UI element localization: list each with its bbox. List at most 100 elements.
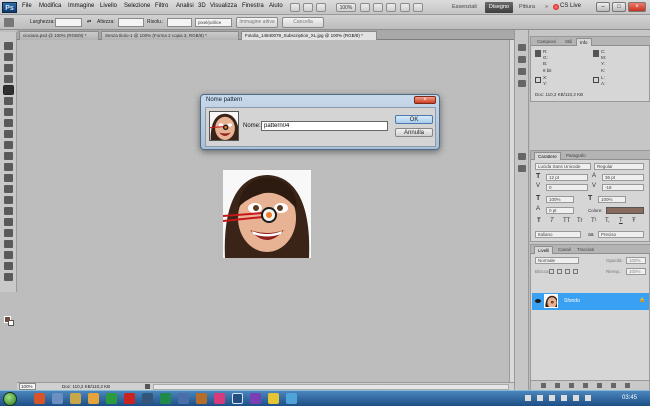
- healing-brush-tool-icon[interactable]: [4, 108, 13, 116]
- menu-modifica[interactable]: Modifica: [39, 3, 61, 9]
- taskbar-folder2-icon[interactable]: [268, 393, 279, 404]
- status-arrow-icon[interactable]: [145, 384, 150, 389]
- strikethrough-button[interactable]: Ŧ: [632, 218, 636, 224]
- workspace-disegno[interactable]: Disegno: [485, 2, 513, 13]
- bridge-button[interactable]: [290, 3, 300, 12]
- leading-field[interactable]: 36 pt: [602, 174, 644, 181]
- gradient-tool-icon[interactable]: [4, 163, 13, 171]
- anti-alias-select[interactable]: Preciso: [598, 231, 644, 238]
- link-layers-icon[interactable]: [541, 383, 546, 388]
- zoom-tool-icon[interactable]: [4, 273, 13, 281]
- taskbar-folder-icon[interactable]: [70, 393, 81, 404]
- move-tool-icon[interactable]: [4, 42, 13, 50]
- paragraph-panel-icon[interactable]: [518, 165, 526, 172]
- document-image[interactable]: [223, 170, 311, 258]
- text-color-swatch[interactable]: [606, 207, 644, 214]
- underline-button[interactable]: T: [619, 218, 623, 224]
- taskbar-indesign-icon[interactable]: [214, 393, 225, 404]
- font-style-select[interactable]: Regular: [594, 163, 644, 170]
- actions-panel-icon[interactable]: [518, 56, 526, 63]
- maximize-button[interactable]: □: [612, 2, 626, 12]
- lasso-tool-icon[interactable]: [4, 64, 13, 72]
- tab-tracciati[interactable]: Tracciati: [574, 246, 597, 254]
- menu-aiuto[interactable]: Aiuto: [269, 3, 283, 9]
- front-image-button[interactable]: Immagine attiva: [236, 17, 278, 28]
- language-select[interactable]: Italiano: [535, 231, 581, 238]
- lock-all-icon[interactable]: [573, 269, 578, 274]
- 3d-rotate-tool-icon[interactable]: [4, 240, 13, 248]
- all-caps-button[interactable]: TT: [563, 218, 570, 224]
- taskbar-premiere-icon[interactable]: [250, 393, 261, 404]
- start-button[interactable]: [3, 392, 17, 406]
- menu-analisi[interactable]: Analisi: [176, 3, 194, 9]
- lock-pixels-icon[interactable]: [557, 269, 562, 274]
- opacity-field[interactable]: 100%: [626, 257, 646, 264]
- visibility-eye-icon[interactable]: [535, 299, 541, 303]
- taskbar-word-icon[interactable]: [142, 393, 153, 404]
- width-field[interactable]: [55, 18, 82, 27]
- tab-info[interactable]: Info: [576, 38, 592, 46]
- marquee-tool-icon[interactable]: [4, 53, 13, 61]
- crop-tool-icon[interactable]: [4, 18, 14, 27]
- tab-campioni[interactable]: Campioni: [534, 38, 559, 46]
- taskbar-outlook-icon[interactable]: [178, 393, 189, 404]
- taskbar-firefox-icon[interactable]: [34, 393, 45, 404]
- lock-position-icon[interactable]: [565, 269, 570, 274]
- menu-visualizza[interactable]: Visualizza: [210, 3, 237, 9]
- resolution-unit-select[interactable]: pixel/pollice: [195, 18, 232, 27]
- tab-canali[interactable]: Canali: [555, 246, 574, 254]
- horizontal-scale-field[interactable]: 100%: [598, 196, 626, 203]
- tray-power-icon[interactable]: [549, 395, 555, 401]
- vertical-scale-field[interactable]: 100%: [546, 196, 574, 203]
- clone-stamp-tool-icon[interactable]: [4, 130, 13, 138]
- menu-file[interactable]: File: [22, 3, 32, 9]
- zoom-level-select[interactable]: 100%: [336, 3, 356, 12]
- close-button[interactable]: ×: [628, 2, 646, 12]
- type-tool-icon[interactable]: [4, 207, 13, 215]
- hand-tool-icon[interactable]: [4, 262, 13, 270]
- baseline-shift-field[interactable]: 0 pt: [546, 207, 574, 214]
- menu-filtro[interactable]: Filtro: [155, 3, 168, 9]
- ok-button[interactable]: OK: [395, 115, 433, 124]
- menu-immagine[interactable]: Immagine: [68, 3, 94, 9]
- faux-bold-button[interactable]: T: [537, 218, 541, 224]
- crop-tool-icon[interactable]: [3, 85, 14, 95]
- quick-selection-tool-icon[interactable]: [4, 75, 13, 83]
- tab-ciociara[interactable]: ciociara.psd @ 100% (RGB/8) *: [19, 31, 99, 40]
- taskbar-explorer-icon[interactable]: [52, 393, 63, 404]
- tray-security-icon[interactable]: [585, 395, 591, 401]
- tray-update-icon[interactable]: [573, 395, 579, 401]
- eyedropper-tool-icon[interactable]: [4, 97, 13, 105]
- workspace-more-button[interactable]: »: [545, 4, 548, 10]
- menu-3d[interactable]: 3D: [198, 3, 206, 9]
- menu-livello[interactable]: Livello: [100, 3, 117, 9]
- hand-tool-button[interactable]: [360, 3, 370, 12]
- taskbar-skype-icon[interactable]: [286, 393, 297, 404]
- taskbar-media-icon[interactable]: [106, 393, 117, 404]
- brushes-panel-icon[interactable]: [518, 68, 526, 75]
- font-size-field[interactable]: 12 pt: [546, 174, 588, 181]
- tray-volume-icon[interactable]: [537, 395, 543, 401]
- eraser-tool-icon[interactable]: [4, 152, 13, 160]
- layer-row-sfondo[interactable]: Sfondo 🔒: [532, 293, 649, 310]
- tab-carattere[interactable]: Carattere: [534, 152, 561, 160]
- tray-network-icon[interactable]: [525, 395, 531, 401]
- character-panel-icon[interactable]: [518, 153, 526, 160]
- zoom-field[interactable]: 100%: [19, 383, 36, 390]
- rotate-view-button[interactable]: [386, 3, 396, 12]
- fill-field[interactable]: 100%: [626, 268, 646, 275]
- faux-italic-button[interactable]: T: [550, 218, 554, 224]
- taskbar-illustrator-icon[interactable]: [196, 393, 207, 404]
- adjustment-layer-icon[interactable]: [583, 383, 588, 388]
- tab-fotolia[interactable]: Fotolia_14840079_Subscription_XL.jpg @ 1…: [241, 31, 377, 40]
- blur-tool-icon[interactable]: [4, 174, 13, 182]
- tab-stili[interactable]: Stili: [562, 38, 575, 46]
- shape-tool-icon[interactable]: [4, 229, 13, 237]
- layer-style-icon[interactable]: [555, 383, 560, 388]
- pattern-name-input[interactable]: [261, 121, 388, 131]
- delete-layer-icon[interactable]: [625, 383, 630, 388]
- tab-livelli[interactable]: Livelli: [534, 246, 554, 254]
- taskbar-acrobat-icon[interactable]: [124, 393, 135, 404]
- pen-tool-icon[interactable]: [4, 196, 13, 204]
- history-brush-tool-icon[interactable]: [4, 141, 13, 149]
